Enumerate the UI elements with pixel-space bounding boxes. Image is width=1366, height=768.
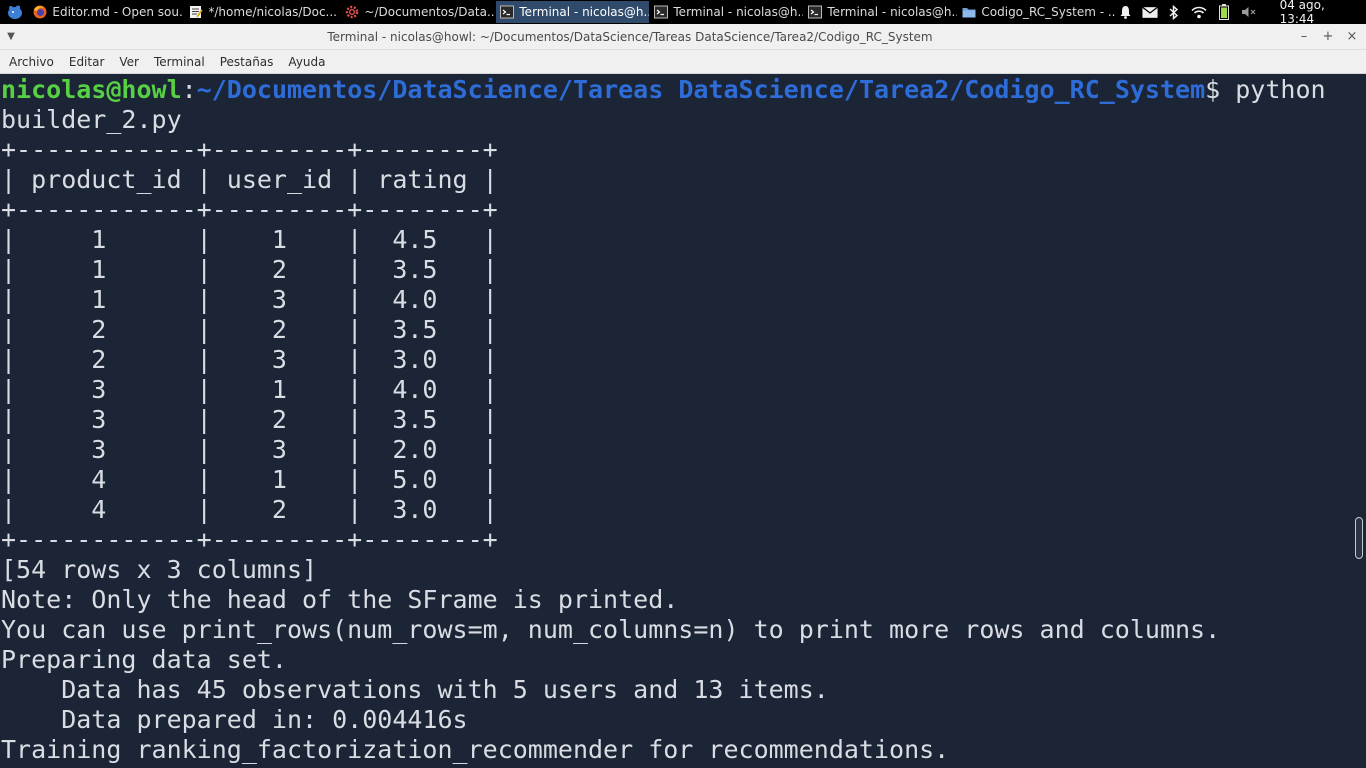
taskbar-task-label: Editor.md - Open sou... <box>52 5 185 19</box>
menubar: Archivo Editar Ver Terminal Pestañas Ayu… <box>0 50 1366 74</box>
taskbar-task-label: Codigo_RC_System - ... <box>981 5 1117 19</box>
mail-icon[interactable] <box>1141 4 1158 20</box>
xfce-mouse-icon <box>7 5 22 19</box>
prompt-line: nicolas@howl:~/Documentos/DataScience/Ta… <box>0 75 1352 105</box>
clock[interactable]: 04 ago, 13:44 <box>1280 0 1360 26</box>
terminal-lines: builder_2.py +------------+---------+----… <box>0 105 1352 765</box>
taskbar-task-button[interactable]: Terminal - nicolas@h... <box>650 1 803 23</box>
minimize-button[interactable]: – <box>1298 29 1310 44</box>
prompt-path: ~/Documentos/DataScience/Tareas DataScie… <box>196 75 1206 104</box>
folder-icon <box>962 5 976 19</box>
taskbar-task-button[interactable]: Terminal - nicolas@h... <box>804 1 957 23</box>
wifi-icon[interactable] <box>1191 4 1207 20</box>
menu-ayuda[interactable]: Ayuda <box>282 55 331 69</box>
terminal-icon <box>500 5 515 19</box>
terminal-line: +------------+---------+--------+ <box>1 135 498 164</box>
text-editor-icon <box>189 5 204 19</box>
system-tray: 04 ago, 13:44 <box>1117 0 1366 26</box>
prompt-dollar: $ <box>1205 75 1221 104</box>
terminal-line: Data has 45 observations with 5 users an… <box>1 675 829 704</box>
menu-terminal[interactable]: Terminal <box>148 55 211 69</box>
task-list: Editor.md - Open sou... */home/nicolas/Do… <box>29 1 1117 23</box>
terminal-line: | 4 | 2 | 3.0 | <box>1 495 498 524</box>
terminal-output[interactable]: nicolas@howl:~/Documentos/DataScience/Ta… <box>0 75 1352 768</box>
window-title: Terminal - nicolas@howl: ~/Documentos/Da… <box>327 29 933 44</box>
taskbar-task-button[interactable]: ~/Documentos/Data... <box>341 1 495 23</box>
scrollbar-thumb[interactable] <box>1355 517 1363 559</box>
terminal-line: Note: Only the head of the SFrame is pri… <box>1 585 679 614</box>
taskbar-task-label: ~/Documentos/Data... <box>364 5 496 19</box>
terminal-line: [54 rows x 3 columns] <box>1 555 318 584</box>
terminal-line: | 1 | 2 | 3.5 | <box>1 255 498 284</box>
prompt-colon: : <box>181 75 197 104</box>
terminal-line: | 3 | 2 | 3.5 | <box>1 405 498 434</box>
terminal-line: builder_2.py <box>1 105 182 134</box>
terminal-scrollbar[interactable] <box>1352 75 1366 768</box>
gear-icon <box>345 5 359 19</box>
bluetooth-icon[interactable] <box>1167 4 1182 20</box>
taskbar-task-button[interactable]: Editor.md - Open sou... <box>29 1 184 23</box>
terminal-line: | 2 | 2 | 3.5 | <box>1 315 498 344</box>
terminal-icon <box>654 5 669 19</box>
menu-editar[interactable]: Editar <box>63 55 111 69</box>
window-titlebar[interactable]: ▼ Terminal - nicolas@howl: ~/Documentos/… <box>0 24 1366 50</box>
maximize-button[interactable]: + <box>1322 29 1334 44</box>
menu-archivo[interactable]: Archivo <box>3 55 60 69</box>
menu-pestanas[interactable]: Pestañas <box>214 55 280 69</box>
terminal-icon <box>808 5 823 19</box>
terminal-line: Training ranking_factorization_recommend… <box>1 735 950 764</box>
taskbar-task-label: Terminal - nicolas@h... <box>673 5 804 19</box>
taskbar-task-label: Terminal - nicolas@h... <box>519 5 650 19</box>
window-menu-icon[interactable]: ▼ <box>0 24 22 50</box>
terminal-line: | product_id | user_id | rating | <box>1 165 498 194</box>
firefox-icon <box>33 5 47 19</box>
menu-ver[interactable]: Ver <box>113 55 145 69</box>
volume-muted-icon[interactable] <box>1241 4 1257 20</box>
close-button[interactable]: × <box>1346 29 1358 44</box>
taskbar-task-label: Terminal - nicolas@h... <box>827 5 958 19</box>
terminal-line: +------------+---------+--------+ <box>1 195 498 224</box>
taskbar-task-button[interactable]: Terminal - nicolas@h... <box>496 1 650 23</box>
taskbar-task-label: */home/nicolas/Doc... <box>208 5 337 19</box>
terminal-line: | 3 | 3 | 2.0 | <box>1 435 498 464</box>
terminal-line: | 1 | 3 | 4.0 | <box>1 285 498 314</box>
whisker-menu-button[interactable] <box>0 0 29 24</box>
window-controls: – + × <box>1298 29 1366 44</box>
taskbar: Editor.md - Open sou... */home/nicolas/Do… <box>0 0 1366 26</box>
terminal-line: | 4 | 1 | 5.0 | <box>1 465 498 494</box>
terminal-line: | 2 | 3 | 3.0 | <box>1 345 498 374</box>
prompt-user-host: nicolas@howl <box>1 75 182 104</box>
terminal-line: | 3 | 1 | 4.0 | <box>1 375 498 404</box>
battery-icon[interactable] <box>1216 4 1231 20</box>
terminal-line: Preparing data set. <box>1 645 287 674</box>
taskbar-task-button[interactable]: */home/nicolas/Doc... <box>185 1 340 23</box>
terminal-line: +------------+---------+--------+ <box>1 525 498 554</box>
prompt-command: python <box>1220 75 1326 104</box>
terminal-line: Data prepared in: 0.004416s <box>1 705 468 734</box>
terminal-line: | 1 | 1 | 4.5 | <box>1 225 498 254</box>
taskbar-task-button[interactable]: Codigo_RC_System - ... <box>958 1 1116 23</box>
terminal-line: You can use print_rows(num_rows=m, num_c… <box>1 615 1221 644</box>
bell-icon[interactable] <box>1117 4 1132 20</box>
